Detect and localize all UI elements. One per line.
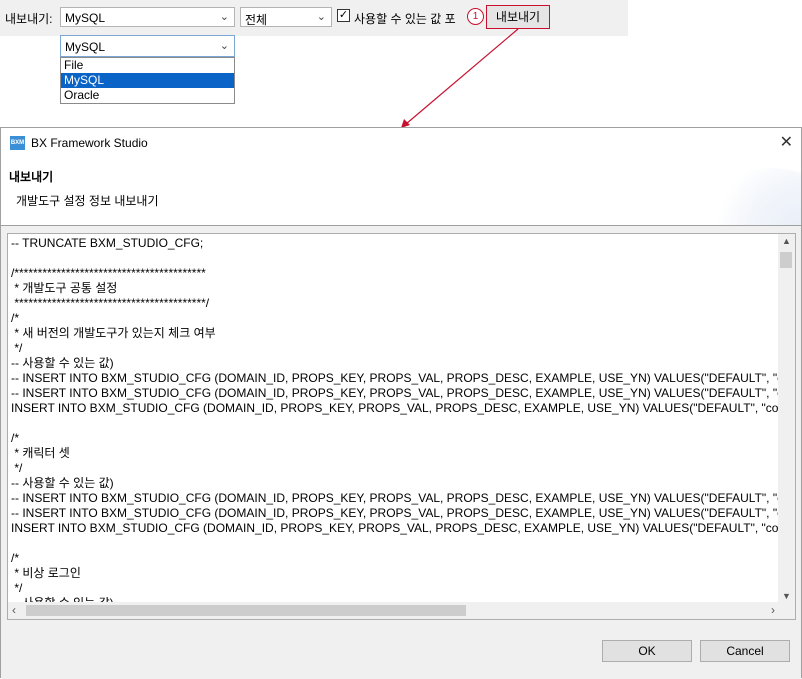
code-line: */: [11, 341, 23, 355]
db-type-options-list: File MySQL Oracle: [60, 57, 235, 104]
code-line: -- 사용할 수 있는 값): [11, 356, 114, 370]
scope-combo[interactable]: 전체 ⌄: [240, 7, 332, 27]
allowed-values-checkbox[interactable]: ✓: [337, 9, 350, 22]
code-line: /***************************************…: [11, 266, 206, 280]
code-line: */: [11, 581, 23, 595]
dialog-body: -- TRUNCATE BXM_STUDIO_CFG;/************…: [1, 226, 801, 679]
db-type-combo[interactable]: MySQL ⌄: [60, 7, 235, 27]
code-line: * 비상 로그인: [11, 566, 81, 580]
option-mysql[interactable]: MySQL: [61, 73, 234, 88]
header-description: 개발도구 설정 정보 내보내기: [16, 194, 159, 208]
scroll-up-icon[interactable]: ▲: [782, 236, 791, 246]
code-line: * 캐릭터 셋: [11, 446, 70, 460]
vertical-scrollbar[interactable]: ▲ ▼: [778, 234, 795, 603]
chevron-down-icon: ⌄: [219, 40, 229, 52]
sql-text-content: -- TRUNCATE BXM_STUDIO_CFG;/************…: [11, 236, 781, 602]
db-type-dropdown[interactable]: MySQL ⌄: [60, 35, 235, 57]
header-title: 내보내기: [9, 170, 54, 184]
step-badge: 1: [467, 8, 484, 25]
db-type-value: MySQL: [65, 11, 106, 25]
horizontal-scrollbar[interactable]: ‹ ›: [8, 602, 779, 619]
code-line: */: [11, 461, 23, 475]
dialog-titlebar: BXM BX Framework Studio ✕: [1, 128, 801, 158]
code-line: -- INSERT INTO BXM_STUDIO_CFG (DOMAIN_ID…: [11, 491, 781, 505]
code-line: /*: [11, 551, 20, 565]
code-line: -- INSERT INTO BXM_STUDIO_CFG (DOMAIN_ID…: [11, 371, 781, 385]
dialog-title: BX Framework Studio: [31, 136, 148, 150]
export-label: 내보내기:: [5, 12, 53, 26]
code-line: -- 사용할 수 있는 값): [11, 476, 114, 490]
code-line: * 새 버전의 개발도구가 있는지 체크 여부: [11, 326, 216, 340]
chevron-down-icon: ⌄: [316, 11, 326, 23]
code-line: ****************************************…: [11, 296, 210, 310]
code-line: -- INSERT INTO BXM_STUDIO_CFG (DOMAIN_ID…: [11, 386, 781, 400]
horizontal-scroll-thumb[interactable]: [26, 605, 466, 616]
scope-value: 전체: [245, 13, 268, 27]
code-line: /*: [11, 431, 20, 445]
close-icon[interactable]: ✕: [780, 132, 793, 152]
code-line: /*: [11, 311, 20, 325]
allowed-values-label: 사용할 수 있는 값 포: [354, 12, 456, 26]
scroll-left-icon[interactable]: ‹: [12, 603, 16, 617]
option-file[interactable]: File: [61, 58, 234, 73]
code-line: INSERT INTO BXM_STUDIO_CFG (DOMAIN_ID, P…: [11, 401, 781, 415]
scroll-down-icon[interactable]: ▼: [782, 591, 791, 601]
sql-text-area[interactable]: -- TRUNCATE BXM_STUDIO_CFG;/************…: [7, 233, 796, 620]
cancel-button[interactable]: Cancel: [700, 640, 790, 662]
dialog-header: 내보내기 개발도구 설정 정보 내보내기: [1, 158, 801, 225]
code-line: * 개발도구 공통 설정: [11, 281, 118, 295]
scroll-right-icon[interactable]: ›: [771, 603, 775, 617]
option-oracle[interactable]: Oracle: [61, 88, 234, 103]
vertical-scroll-thumb[interactable]: [780, 252, 792, 268]
ok-button[interactable]: OK: [602, 640, 692, 662]
code-line: INSERT INTO BXM_STUDIO_CFG (DOMAIN_ID, P…: [11, 521, 781, 535]
code-line: -- INSERT INTO BXM_STUDIO_CFG (DOMAIN_ID…: [11, 506, 781, 520]
export-dialog: BXM BX Framework Studio ✕ 내보내기 개발도구 설정 정…: [0, 127, 802, 679]
scrollbar-corner: [778, 602, 795, 619]
export-button[interactable]: 내보내기: [486, 5, 550, 29]
bxm-app-icon: BXM: [10, 136, 25, 150]
dropdown-selected-value: MySQL: [65, 40, 106, 54]
export-toolbar: 내보내기: MySQL ⌄ 전체 ⌄ ✓ 사용할 수 있는 값 포 1 내보내기: [0, 0, 628, 36]
code-line: -- TRUNCATE BXM_STUDIO_CFG;: [11, 236, 204, 250]
header-decoration: [701, 168, 801, 225]
chevron-down-icon: ⌄: [219, 11, 229, 23]
